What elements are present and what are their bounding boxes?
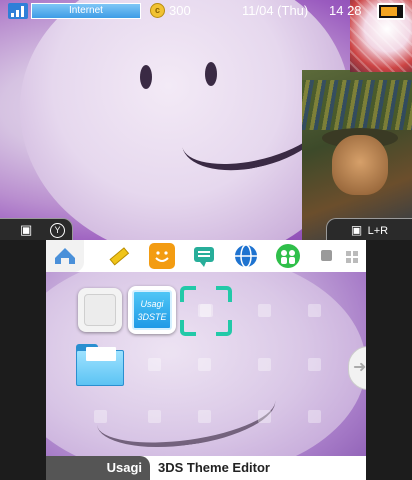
grid-cell[interactable] [198, 358, 211, 371]
empty-app-slot[interactable] [78, 288, 122, 332]
settings-pill[interactable] [46, 240, 84, 272]
scene-swirl [302, 80, 412, 130]
bottom-side-right [366, 240, 412, 480]
signal-icon [8, 3, 28, 19]
layout-grid-icon[interactable] [346, 250, 358, 263]
date: 11/04 (Thu) [242, 3, 309, 18]
arrow-right-icon: ➜ [353, 359, 366, 376]
status-bar: Internet c 300 11/04 (Thu) 14 28 [0, 0, 412, 22]
layout-single-icon[interactable] [321, 250, 332, 261]
folder-icon[interactable] [76, 344, 124, 386]
camera-icon: ▣ [350, 223, 363, 237]
grid-cell[interactable] [308, 410, 321, 423]
clock: 14 28 [329, 3, 362, 18]
grid-cell[interactable] [258, 410, 271, 423]
face-icon[interactable] [149, 243, 175, 269]
y-button-icon: Y [50, 223, 65, 238]
top-screen: Internet c 300 11/04 (Thu) 14 28 ▣ Y ▣ L… [0, 0, 412, 240]
bottom-screen: Usagi 3DSTE ➜ Usagi 3DS Theme Editor [46, 240, 366, 480]
grid-cell[interactable] [308, 304, 321, 317]
message-icon[interactable] [191, 243, 217, 269]
people-icon[interactable] [275, 243, 301, 269]
grid-cell[interactable] [148, 410, 161, 423]
home-toolbar [46, 240, 366, 272]
footer-title: 3DS Theme Editor [158, 460, 270, 475]
scene-face [332, 135, 388, 195]
selection-cursor [180, 286, 232, 336]
grid-cell[interactable] [148, 358, 161, 371]
usagi-app-label: Usagi 3DSTE [132, 290, 172, 330]
pencil-icon[interactable] [106, 243, 132, 269]
footer-bar: Usagi 3DS Theme Editor [46, 456, 366, 480]
camera-icon: ▣ [20, 222, 33, 237]
grid-cell[interactable] [258, 304, 271, 317]
globe-icon[interactable] [233, 243, 259, 269]
bottom-side-left [0, 240, 46, 480]
grid-cell[interactable] [258, 358, 271, 371]
blob-eye-left [140, 65, 152, 89]
battery-icon [377, 3, 405, 20]
wallpaper-scene [302, 70, 412, 240]
wallpaper-blob [20, 0, 350, 240]
blob-eye-right [205, 62, 217, 86]
grid-cell[interactable] [94, 410, 107, 423]
grid-cell[interactable] [308, 358, 321, 371]
coin-count: 300 [169, 3, 191, 18]
screenshot-tab-right[interactable]: ▣ L+R [326, 218, 412, 240]
grid-cell[interactable] [198, 410, 211, 423]
play-coin-icon: c [150, 3, 165, 18]
screenshot-tab-left[interactable]: ▣ Y [0, 218, 73, 240]
settings-icon [55, 248, 75, 264]
l-r-button-label: L+R [367, 225, 389, 237]
network-status: Internet [31, 3, 141, 19]
usagi-app-icon[interactable]: Usagi 3DSTE [128, 286, 176, 334]
footer-user: Usagi [46, 456, 150, 480]
